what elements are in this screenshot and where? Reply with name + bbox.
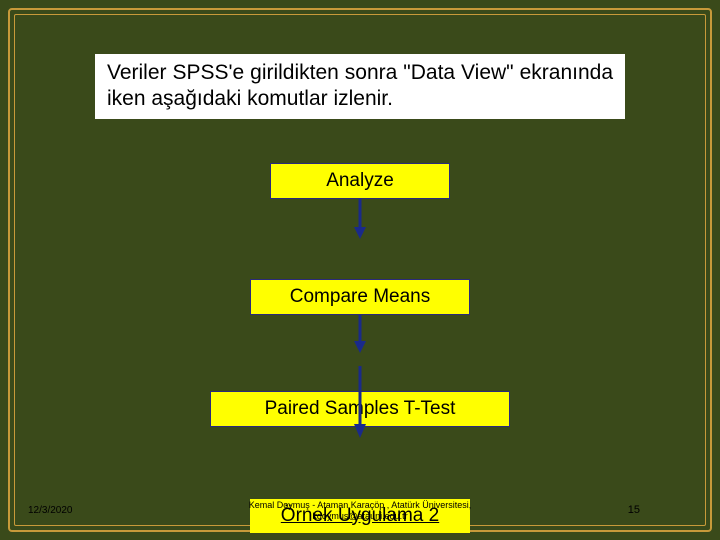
arrow-down-icon bbox=[350, 199, 370, 239]
footer-credit-line2: kdoymus@atauni.edu.tr bbox=[312, 511, 407, 521]
intro-text: Veriler SPSS'e girildikten sonra "Data V… bbox=[95, 54, 625, 119]
arrow-down-icon bbox=[350, 366, 370, 438]
footer-credit: Kemal Doymuş - Ataman Karaçöp , Atatürk … bbox=[0, 500, 720, 522]
arrow-down-icon bbox=[350, 315, 370, 353]
footer-credit-line1: Kemal Doymuş - Ataman Karaçöp , Atatürk … bbox=[249, 500, 472, 510]
step-compare-means: Compare Means bbox=[250, 279, 470, 315]
step-analyze: Analyze bbox=[270, 163, 450, 199]
footer-page-number: 15 bbox=[628, 504, 640, 516]
slide-content: Veriler SPSS'e girildikten sonra "Data V… bbox=[0, 0, 720, 540]
